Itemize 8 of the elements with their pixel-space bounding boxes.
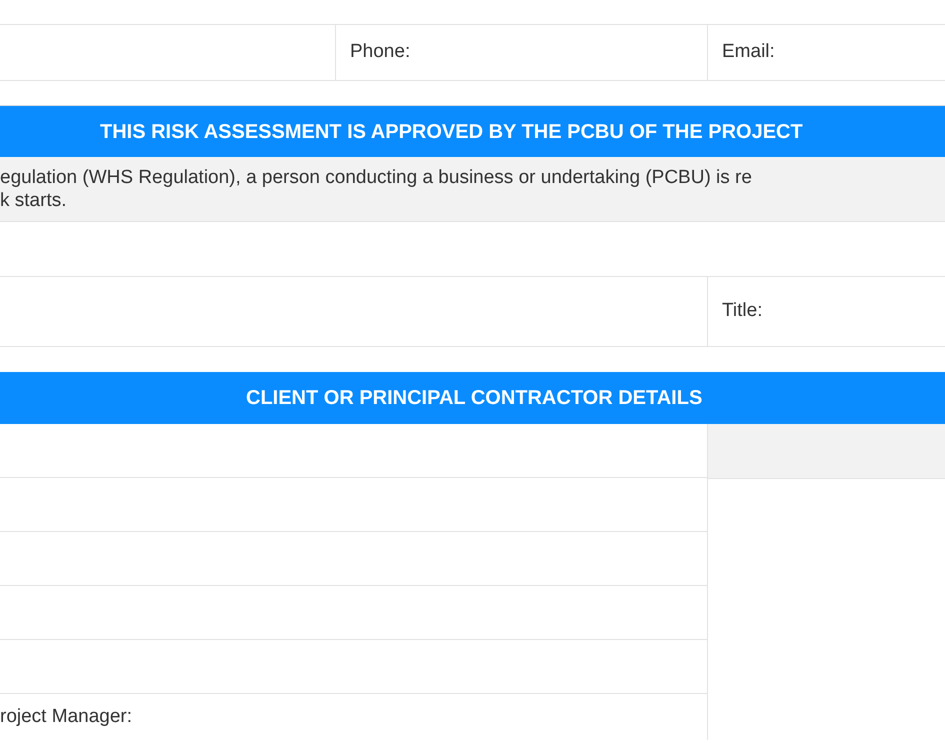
title-label: Title: [722,299,762,324]
note-text: egulation (WHS Regulation), a person conducting a business or undertaking (PCBU) is re [0,166,753,189]
phone-label: Phone: [350,40,410,64]
section-heading: CLIENT OR PRINCIPAL CONTRACTOR DETAILS [246,386,702,411]
project-manager-label: roject Manager: [0,704,132,729]
section-heading: THIS RISK ASSESSMENT IS APPROVED BY THE PCBU OF THE PROJECT [100,120,803,144]
email-label: Email: [722,40,775,64]
note-text: k starts. [0,189,68,212]
